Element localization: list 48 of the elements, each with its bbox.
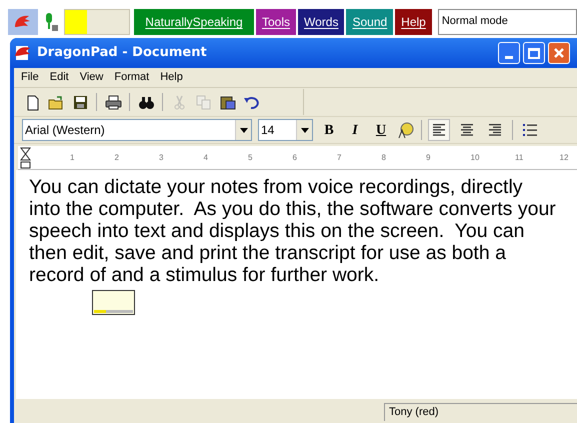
dragon-icon[interactable]	[8, 9, 38, 35]
volume-meter	[64, 9, 130, 35]
app-icon	[14, 44, 32, 62]
ruler-number: 9	[426, 152, 430, 164]
status-user: Tony (red)	[384, 403, 577, 420]
menu-item[interactable]: Words	[298, 9, 344, 35]
font-size-dropdown[interactable]: 14	[258, 119, 313, 141]
highlight-icon[interactable]	[397, 121, 415, 139]
ruler-number: 6	[292, 152, 297, 164]
menu-item[interactable]: Sound	[346, 9, 394, 35]
recognition-box	[92, 290, 135, 315]
ruler-number: 7	[337, 152, 342, 164]
minimize-button[interactable]	[498, 42, 520, 64]
ruler-number: 3	[159, 152, 164, 164]
font-dropdown[interactable]: Arial (Western)	[22, 119, 252, 141]
ruler-number: 11	[515, 152, 524, 164]
dropdown-arrow-icon	[300, 128, 308, 132]
ruler-number: 10	[470, 152, 480, 164]
indent-marker[interactable]	[20, 147, 31, 169]
document-text: You can dictate your notes from voice recordings, directly into the computer. As you do this, the software converts your speech into text and displays this on the screen. You can then edit, save and print the transcript for use as both a record of and a stimulus for further work.	[29, 176, 557, 286]
mode-field[interactable]: Normal mode	[438, 9, 577, 35]
menu-item[interactable]: File	[16, 69, 44, 86]
ruler-number: 8	[382, 152, 386, 164]
align-center-icon	[459, 122, 475, 138]
close-icon	[553, 47, 565, 59]
ruler-number: 5	[248, 152, 252, 164]
dropdown-arrow-icon	[240, 128, 248, 132]
menu-item[interactable]: View	[74, 69, 108, 86]
menu-item[interactable]: Format	[109, 69, 154, 86]
align-right-icon	[487, 122, 503, 138]
ruler-number: 2	[114, 152, 119, 164]
menu-item[interactable]: Help	[155, 69, 188, 86]
menu-item[interactable]: Edit	[44, 69, 74, 86]
close-button[interactable]	[548, 42, 570, 64]
window-title: DragonPad - Document	[37, 44, 207, 62]
ruler-number: 1	[70, 152, 74, 164]
menu-item[interactable]: Help	[395, 9, 432, 35]
ruler-number: 12	[560, 152, 568, 164]
italic-button[interactable]: I	[345, 120, 365, 140]
align-left-button[interactable]	[428, 119, 450, 141]
bold-button[interactable]: B	[319, 120, 339, 140]
bullet-list-icon	[522, 122, 538, 138]
underline-button[interactable]: U	[371, 120, 391, 140]
ruler-number: 4	[204, 152, 208, 164]
menu-item[interactable]: Tools	[256, 9, 296, 35]
maximize-button[interactable]	[523, 42, 545, 64]
align-left-icon	[431, 122, 447, 138]
menu-item[interactable]: NaturallySpeaking	[134, 9, 254, 35]
